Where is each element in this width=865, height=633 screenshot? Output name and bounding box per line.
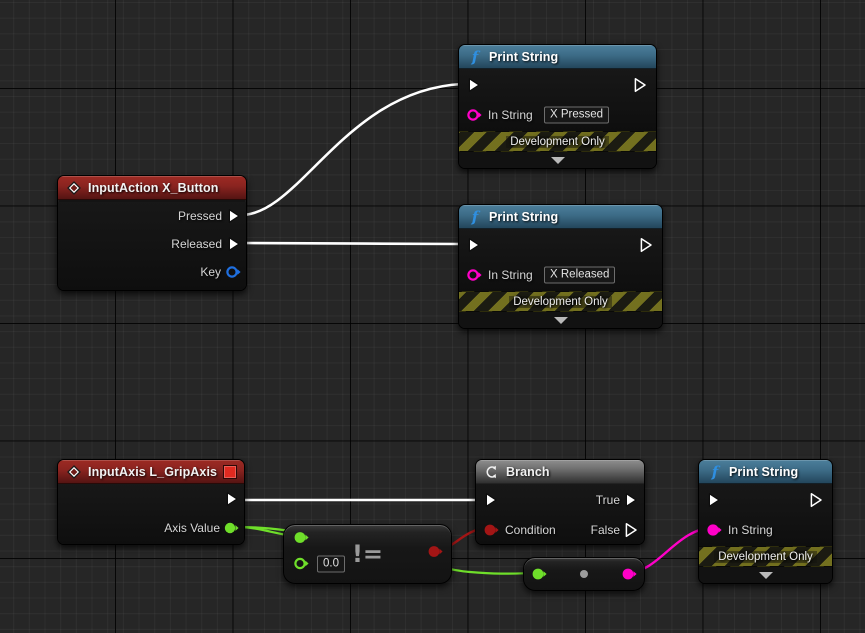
pin-exec-false[interactable] (625, 522, 638, 538)
pin-data-condition[interactable] (484, 524, 500, 537)
node-not-equal-float[interactable]: != 0.0 (283, 524, 452, 584)
svg-text:f: f (471, 49, 481, 65)
pin-data-in-string[interactable] (467, 109, 483, 122)
pin-data-in-string[interactable] (707, 524, 723, 537)
pin-row-exec (459, 69, 656, 101)
pin-row-axis-value: Axis Value (58, 514, 244, 542)
pin-data-result[interactable] (428, 545, 444, 558)
node-header[interactable]: InputAction X_Button (58, 176, 246, 200)
node-body: True Condition False (476, 484, 644, 544)
pin-row-key: Key (58, 258, 246, 286)
node-title: Print String (489, 209, 559, 224)
pin-data-b[interactable] (294, 557, 310, 570)
pin-data-in-string[interactable] (467, 269, 483, 282)
node-body: Pressed Released Key (58, 202, 246, 290)
pin-exec-in[interactable] (485, 493, 498, 508)
pin-row-exec: True (476, 484, 644, 516)
node-header[interactable]: Branch (476, 460, 644, 484)
node-title: Print String (729, 464, 799, 479)
pin-label-in-string: In String (488, 108, 533, 122)
wire-released-to-print-released (239, 241, 464, 246)
chevron-down-icon[interactable] (459, 312, 662, 328)
pin-label-in-string: In String (728, 523, 773, 537)
node-title: InputAxis L_GripAxis (88, 464, 218, 479)
pin-exec-true[interactable] (625, 493, 638, 508)
development-only-band: Development Only (699, 546, 832, 567)
node-title: Print String (489, 49, 559, 64)
pin-row-in-string: In String (699, 516, 832, 544)
pin-exec-out[interactable] (226, 492, 239, 507)
breakpoint-square-icon[interactable] (223, 464, 237, 479)
function-f-icon: f (467, 49, 483, 65)
pin-row-condition: Condition False (476, 516, 644, 544)
node-float-to-string[interactable] (523, 557, 645, 591)
development-only-label: Development Only (509, 295, 612, 308)
pin-row-released: Released (58, 230, 246, 258)
pin-label-key: Key (200, 265, 221, 279)
node-header[interactable]: f Print String (699, 460, 832, 484)
pin-data-axis-value[interactable] (224, 522, 240, 535)
pin-label-true: True (595, 493, 620, 507)
pin-data-out[interactable] (622, 568, 638, 581)
event-diamond-icon (66, 464, 82, 480)
in-string-value-field[interactable]: X Pressed (544, 106, 610, 124)
pin-exec-out[interactable] (810, 492, 823, 508)
pin-label-axis-value: Axis Value (164, 521, 220, 535)
node-body: In String X Released (459, 229, 662, 291)
pin-exec-in[interactable] (708, 493, 721, 508)
development-only-band: Development Only (459, 291, 662, 312)
node-header[interactable]: InputAxis L_GripAxis (58, 460, 244, 484)
pin-row-exec (58, 484, 244, 514)
event-diamond-icon (66, 180, 82, 196)
development-only-band: Development Only (459, 131, 656, 152)
pin-exec-in[interactable] (468, 238, 481, 253)
node-branch[interactable]: Branch True Condition False (475, 459, 645, 545)
chevron-down-icon[interactable] (459, 152, 656, 168)
node-title: Branch (506, 464, 550, 479)
node-header[interactable]: f Print String (459, 45, 656, 69)
node-body: In String (699, 484, 832, 546)
pin-row-exec (459, 229, 662, 261)
pin-row-in-string: In String X Released (459, 261, 662, 289)
svg-text:f: f (471, 209, 481, 225)
pin-row-exec (699, 484, 832, 516)
node-title: InputAction X_Button (88, 180, 219, 195)
node-header[interactable]: f Print String (459, 205, 662, 229)
node-body: In String X Pressed (459, 69, 656, 131)
pin-label-pressed: Pressed (177, 209, 222, 223)
pin-data-key[interactable] (226, 266, 242, 279)
node-print-string-axis[interactable]: f Print String In String Development Onl… (698, 459, 833, 584)
pin-exec-released[interactable] (228, 237, 241, 252)
development-only-label: Development Only (506, 135, 609, 148)
blueprint-graph-canvas[interactable]: InputAction X_Button Pressed Released Ke… (0, 0, 865, 633)
pin-label-in-string: In String (488, 268, 533, 282)
function-f-icon: f (707, 464, 723, 480)
node-print-string-x-pressed[interactable]: f Print String In String X Pressed Devel… (458, 44, 657, 169)
not-equal-b-value-field[interactable]: 0.0 (317, 555, 345, 573)
pin-exec-pressed[interactable] (228, 209, 241, 224)
node-print-string-x-released[interactable]: f Print String In String X Released Deve… (458, 204, 663, 329)
node-input-action-x-button[interactable]: InputAction X_Button Pressed Released Ke… (57, 175, 247, 291)
branch-loop-icon (484, 464, 500, 480)
conversion-dot-icon (580, 570, 588, 578)
pin-exec-in[interactable] (468, 78, 481, 93)
development-only-label: Development Only (714, 550, 817, 563)
pin-label-released: Released (171, 237, 222, 251)
in-string-value-field[interactable]: X Released (544, 266, 616, 284)
not-equal-icon: != (351, 540, 384, 568)
pin-exec-out[interactable] (640, 237, 653, 253)
pin-data-in[interactable] (532, 568, 548, 581)
wire-pressed-to-print-pressed (239, 82, 464, 217)
pin-data-a[interactable] (294, 531, 310, 544)
pin-row-in-string: In String X Pressed (459, 101, 656, 129)
node-body: Axis Value (58, 484, 244, 544)
svg-text:f: f (711, 464, 721, 480)
node-input-axis-l-gripaxis[interactable]: InputAxis L_GripAxis Axis Value (57, 459, 245, 545)
pin-label-condition: Condition (505, 523, 556, 537)
pin-row-pressed: Pressed (58, 202, 246, 230)
chevron-down-icon[interactable] (699, 567, 832, 583)
function-f-icon: f (467, 209, 483, 225)
pin-label-false: False (590, 523, 620, 537)
pin-exec-out[interactable] (634, 77, 647, 93)
